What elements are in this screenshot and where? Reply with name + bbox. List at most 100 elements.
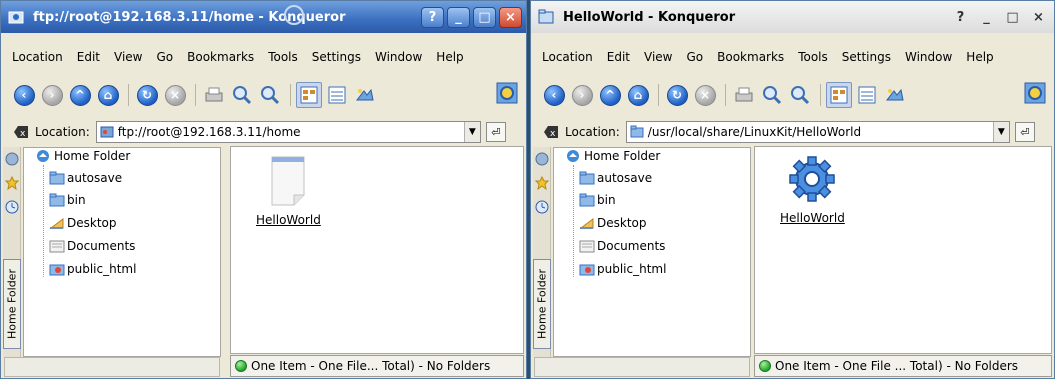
home-button[interactable]: ⌂ bbox=[95, 82, 121, 108]
sidebar-bookmarks-tab[interactable] bbox=[4, 151, 20, 167]
sidebar-footer bbox=[4, 357, 220, 377]
tree-item-bin[interactable]: bin bbox=[579, 193, 616, 207]
location-input[interactable]: ftp://root@192.168.3.11/home ▼ bbox=[95, 121, 481, 143]
menu-tools[interactable]: Tools bbox=[791, 50, 835, 64]
stop-button[interactable]: × bbox=[692, 82, 718, 108]
menu-window[interactable]: Window bbox=[898, 50, 959, 64]
tree-item-public-html[interactable]: public_html bbox=[49, 262, 136, 276]
zoom-out-icon bbox=[791, 86, 810, 105]
desktop-icon bbox=[49, 218, 64, 229]
zoom-in-button[interactable] bbox=[229, 82, 255, 108]
location-dropdown-icon[interactable]: ▼ bbox=[463, 122, 480, 142]
reload-button[interactable]: ↻ bbox=[134, 82, 160, 108]
up-button[interactable]: ^ bbox=[597, 82, 623, 108]
forward-button[interactable]: › bbox=[39, 82, 65, 108]
sidebar-bookmarks-tab[interactable] bbox=[534, 151, 550, 167]
tree-root-home[interactable]: Home Folder bbox=[566, 149, 660, 163]
menu-bar: Location Edit View Go Bookmarks Tools Se… bbox=[1, 46, 526, 68]
menu-view[interactable]: View bbox=[637, 50, 679, 64]
tree-root-label: Home Folder bbox=[54, 149, 131, 163]
sidebar-home-folder-tab[interactable]: Home Folder bbox=[533, 259, 551, 349]
tree-root-home[interactable]: Home Folder bbox=[36, 149, 130, 163]
file-view[interactable]: HelloWorld bbox=[754, 146, 1052, 354]
menu-edit[interactable]: Edit bbox=[600, 50, 637, 64]
menu-bookmarks[interactable]: Bookmarks bbox=[710, 50, 791, 64]
print-button[interactable] bbox=[731, 82, 757, 108]
menu-bookmarks[interactable]: Bookmarks bbox=[180, 50, 261, 64]
status-text: One Item - One File... Total) - No Folde… bbox=[251, 359, 491, 373]
window-app-icon[interactable] bbox=[537, 8, 555, 26]
location-dropdown-icon[interactable]: ▼ bbox=[992, 122, 1009, 142]
tree-item-documents[interactable]: Documents bbox=[579, 239, 665, 253]
sidebar-favorites-tab[interactable] bbox=[534, 175, 550, 191]
go-button[interactable]: ⏎ bbox=[1014, 122, 1035, 142]
clear-location-icon[interactable]: x bbox=[13, 125, 29, 139]
image-view-button[interactable] bbox=[352, 82, 378, 108]
menu-go[interactable]: Go bbox=[680, 50, 711, 64]
zoom-out-button[interactable] bbox=[257, 82, 283, 108]
menu-edit[interactable]: Edit bbox=[70, 50, 107, 64]
title-bar[interactable]: ftp://root@192.168.3.11/home - Konqueror… bbox=[1, 1, 526, 33]
home-button[interactable]: ⌂ bbox=[625, 82, 651, 108]
location-input[interactable]: /usr/local/share/LinuxKit/HelloWorld ▼ bbox=[625, 121, 1010, 143]
icon-view-button[interactable] bbox=[826, 82, 852, 108]
menu-help[interactable]: Help bbox=[959, 50, 1000, 64]
close-button[interactable]: × bbox=[1027, 7, 1050, 28]
zoom-in-button[interactable] bbox=[759, 82, 785, 108]
back-button[interactable]: ‹ bbox=[541, 82, 567, 108]
clear-location-icon[interactable]: x bbox=[543, 125, 559, 139]
help-button[interactable]: ? bbox=[949, 7, 972, 28]
back-arrow-icon: ‹ bbox=[543, 84, 565, 106]
image-view-button[interactable] bbox=[882, 82, 908, 108]
sidebar-history-tab[interactable] bbox=[4, 199, 20, 215]
back-button[interactable]: ‹ bbox=[11, 82, 37, 108]
minimize-button[interactable]: _ bbox=[447, 6, 470, 28]
print-button[interactable] bbox=[201, 82, 227, 108]
zoom-out-button[interactable] bbox=[787, 82, 813, 108]
status-text: One Item - One File ... Total) - No Fold… bbox=[775, 359, 1019, 373]
minimize-button[interactable]: _ bbox=[975, 7, 998, 28]
file-item-helloworld[interactable]: HelloWorld bbox=[256, 155, 321, 227]
menu-window[interactable]: Window bbox=[368, 50, 429, 64]
menu-location[interactable]: Location bbox=[535, 50, 600, 64]
up-button[interactable]: ^ bbox=[67, 82, 93, 108]
konqueror-gear-button[interactable] bbox=[1024, 82, 1046, 107]
tree-item-autosave[interactable]: autosave bbox=[49, 171, 122, 185]
close-button[interactable]: × bbox=[499, 6, 522, 28]
sidebar-home-folder-tab[interactable]: Home Folder bbox=[3, 259, 21, 349]
go-button[interactable]: ⏎ bbox=[485, 122, 506, 142]
konqueror-gear-button[interactable] bbox=[496, 82, 518, 107]
detail-view-button[interactable] bbox=[854, 82, 880, 108]
detail-view-button[interactable] bbox=[324, 82, 350, 108]
tree-item-autosave[interactable]: autosave bbox=[579, 171, 652, 185]
reload-button[interactable]: ↻ bbox=[664, 82, 690, 108]
menu-help[interactable]: Help bbox=[429, 50, 470, 64]
sidebar-history-tab[interactable] bbox=[534, 199, 550, 215]
image-view-icon bbox=[355, 88, 374, 101]
menu-location[interactable]: Location bbox=[5, 50, 70, 64]
printer-icon bbox=[205, 87, 223, 102]
folder-tree: Home Folder autosave bin Desktop Documen… bbox=[553, 147, 751, 357]
menu-settings[interactable]: Settings bbox=[835, 50, 898, 64]
menu-settings[interactable]: Settings bbox=[305, 50, 368, 64]
menu-view[interactable]: View bbox=[107, 50, 149, 64]
tree-item-desktop[interactable]: Desktop bbox=[49, 216, 117, 230]
file-view[interactable]: HelloWorld bbox=[230, 146, 524, 354]
menu-tools[interactable]: Tools bbox=[261, 50, 305, 64]
maximize-button[interactable]: □ bbox=[1001, 7, 1024, 28]
file-item-helloworld[interactable]: HelloWorld bbox=[780, 155, 845, 225]
window-app-icon[interactable] bbox=[7, 8, 25, 26]
icon-view-button[interactable] bbox=[296, 82, 322, 108]
tree-item-desktop[interactable]: Desktop bbox=[579, 216, 647, 230]
menu-go[interactable]: Go bbox=[150, 50, 181, 64]
window-title: HelloWorld - Konqueror bbox=[563, 9, 736, 25]
tree-item-bin[interactable]: bin bbox=[49, 193, 86, 207]
sidebar-favorites-tab[interactable] bbox=[4, 175, 20, 191]
title-bar[interactable]: HelloWorld - Konqueror ? _ □ × bbox=[531, 1, 1054, 33]
stop-button[interactable]: × bbox=[162, 82, 188, 108]
forward-button[interactable]: › bbox=[569, 82, 595, 108]
tree-item-public-html[interactable]: public_html bbox=[579, 262, 666, 276]
maximize-button[interactable]: □ bbox=[473, 6, 496, 28]
tree-item-documents[interactable]: Documents bbox=[49, 239, 135, 253]
help-button[interactable]: ? bbox=[421, 6, 444, 28]
